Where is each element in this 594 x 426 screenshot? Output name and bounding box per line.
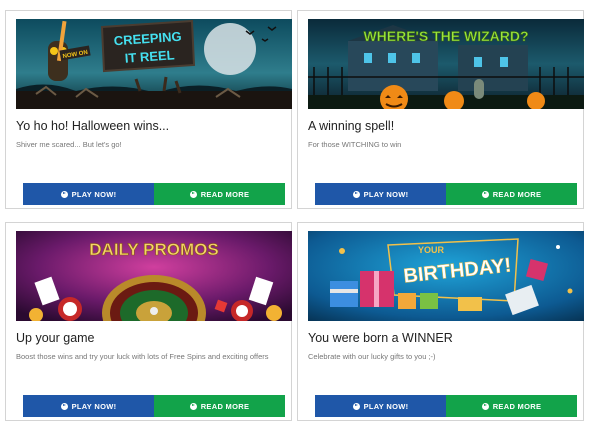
play-now-label: PLAY NOW! (363, 401, 409, 411)
play-now-label: PLAY NOW! (71, 189, 117, 199)
read-more-button[interactable]: READ MORE (446, 183, 577, 205)
read-more-button[interactable]: READ MORE (154, 395, 285, 417)
promo-card-wizard: WHERE'S THE WIZARD? A winning spell! For… (297, 10, 584, 209)
card-button-row: PLAY NOW! READ MORE (23, 395, 285, 417)
card-title: You were born a WINNER (308, 331, 453, 345)
read-more-label: READ MORE (492, 401, 542, 411)
halloween-banner-image[interactable]: CREEPING IT REEL NOW ON (16, 19, 292, 109)
play-now-label: PLAY NOW! (71, 401, 117, 411)
arrow-circle-icon (481, 402, 489, 410)
wizard-banner-image[interactable]: WHERE'S THE WIZARD? (308, 19, 584, 109)
read-more-label: READ MORE (200, 401, 250, 411)
play-now-button[interactable]: PLAY NOW! (315, 183, 446, 205)
card-subtitle: Shiver me scared... But let's go! (16, 140, 122, 149)
card-button-row: PLAY NOW! READ MORE (315, 183, 577, 205)
card-button-row: PLAY NOW! READ MORE (23, 183, 285, 205)
card-subtitle: For those WITCHING to win (308, 140, 402, 149)
read-more-button[interactable]: READ MORE (154, 183, 285, 205)
play-now-button[interactable]: PLAY NOW! (315, 395, 446, 417)
arrow-circle-icon (189, 190, 197, 198)
read-more-label: READ MORE (200, 189, 250, 199)
play-circle-icon (60, 190, 68, 198)
promo-card-daily-promos: DAILY PROMOS Up your game Boost those wi… (5, 222, 292, 421)
card-title: Yo ho ho! Halloween wins... (16, 119, 170, 133)
banner-line1: YOUR (418, 245, 445, 255)
play-now-button[interactable]: PLAY NOW! (23, 183, 154, 205)
read-more-button[interactable]: READ MORE (446, 395, 577, 417)
card-title: A winning spell! (308, 119, 395, 133)
banner-headline: WHERE'S THE WIZARD? (363, 28, 528, 44)
card-title: Up your game (16, 331, 95, 345)
arrow-circle-icon (481, 190, 489, 198)
read-more-label: READ MORE (492, 189, 542, 199)
wizard-banner-art: WHERE'S THE WIZARD? (308, 19, 584, 109)
banner-headline: DAILY PROMOS (89, 240, 218, 259)
daily-promos-banner-art: DAILY PROMOS (16, 231, 292, 321)
card-subtitle: Celebrate with our lucky gifts to you ;-… (308, 352, 436, 361)
promo-card-birthday: YOUR BIRTHDAY! You were born a WINNER Ce… (297, 222, 584, 421)
play-circle-icon (352, 190, 360, 198)
promo-card-halloween: CREEPING IT REEL NOW ON Yo ho ho! Hallow… (5, 10, 292, 209)
play-now-button[interactable]: PLAY NOW! (23, 395, 154, 417)
play-now-label: PLAY NOW! (363, 189, 409, 199)
play-circle-icon (352, 402, 360, 410)
birthday-banner-image[interactable]: YOUR BIRTHDAY! (308, 231, 584, 321)
card-subtitle: Boost those wins and try your luck with … (16, 352, 269, 361)
birthday-banner-art: YOUR BIRTHDAY! (308, 231, 584, 321)
arrow-circle-icon (189, 402, 197, 410)
daily-promos-banner-image[interactable]: DAILY PROMOS (16, 231, 292, 321)
play-circle-icon (60, 402, 68, 410)
halloween-banner-art: CREEPING IT REEL NOW ON (16, 19, 292, 109)
card-button-row: PLAY NOW! READ MORE (315, 395, 577, 417)
